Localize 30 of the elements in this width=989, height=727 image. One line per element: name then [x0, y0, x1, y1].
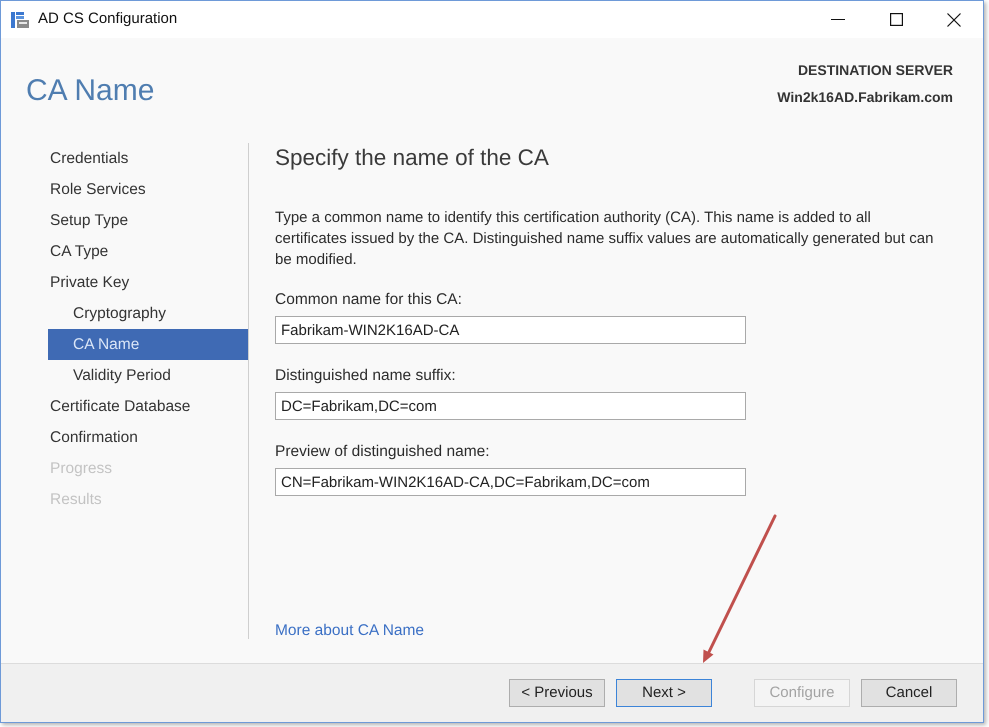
- sidebar-item[interactable]: Private Key: [48, 267, 248, 298]
- minimize-icon: [831, 19, 845, 20]
- wizard-button[interactable]: < Previous: [509, 679, 605, 707]
- maximize-icon: [890, 13, 902, 26]
- help-link[interactable]: More about CA Name: [275, 621, 424, 641]
- sidebar-item[interactable]: Confirmation: [48, 422, 248, 453]
- sidebar-item[interactable]: CA Name: [48, 329, 248, 360]
- field-label: Distinguished name suffix:: [275, 366, 456, 386]
- sidebar-item[interactable]: Validity Period: [48, 360, 248, 391]
- wizard-button[interactable]: Next >: [616, 679, 712, 707]
- window-title: AD CS Configuration: [38, 9, 178, 30]
- sidebar-item[interactable]: Certificate Database: [48, 391, 248, 422]
- page-title: CA Name: [26, 73, 154, 109]
- text-field[interactable]: DC=Fabrikam,DC=com: [275, 392, 746, 420]
- sidebar-item[interactable]: Credentials: [48, 143, 248, 174]
- sidebar-item[interactable]: Role Services: [48, 174, 248, 205]
- text-field[interactable]: CN=Fabrikam-WIN2K16AD-CA,DC=Fabrikam,DC=com: [275, 468, 746, 496]
- field-label: Preview of distinguished name:: [275, 442, 490, 462]
- server-label: DESTINATION SERVER: [798, 61, 953, 80]
- section-heading: Specify the name of the CA: [275, 144, 549, 172]
- sidebar-item[interactable]: CA Type: [48, 236, 248, 267]
- field-label: Common name for this CA:: [275, 290, 462, 310]
- text-field[interactable]: Fabrikam-WIN2K16AD-CA: [275, 316, 746, 344]
- wizard-button[interactable]: Cancel: [861, 679, 957, 707]
- server-name: Win2k16AD.Fabrikam.com: [777, 88, 953, 107]
- description-text: Type a common name to identify this certification authority (CA). This name is added to all certificates issued by the CA. Distinguished name suffix values are automatically generated but can be modified.: [275, 208, 934, 270]
- sidebar-item[interactable]: Setup Type: [48, 205, 248, 236]
- sidebar-item[interactable]: Cryptography: [48, 298, 248, 329]
- close-icon: [947, 12, 961, 26]
- server-icon: [11, 10, 29, 28]
